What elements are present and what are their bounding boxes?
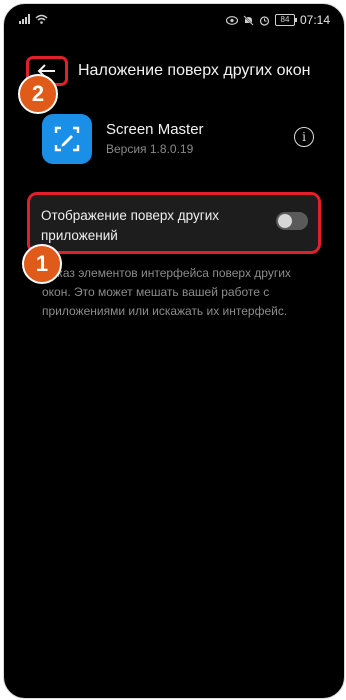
app-name: Screen Master [106,121,204,138]
overlay-permission-toggle[interactable] [276,212,308,230]
info-icon[interactable]: i [294,127,314,147]
toggle-knob [278,214,292,228]
overlay-permission-label: Отображение поверх других приложений [41,208,219,243]
page-title: Наложение поверх других окон [78,62,311,79]
permission-description: Показ элементов интерфейса поверх других… [42,266,291,318]
signal-icon [19,14,30,24]
mute-icon [243,14,254,26]
status-bar: 84 07:14 [4,4,344,34]
status-bar-left [19,14,48,24]
status-time: 07:14 [299,13,330,27]
phone-screen: 84 07:14 Наложение поверх других окон Sc… [3,3,345,699]
overlay-permission-card[interactable]: Отображение поверх других приложений [27,192,321,254]
alarm-icon [259,15,270,26]
wifi-icon [35,14,48,24]
app-info-row: Screen Master Версия 1.8.0.19 i [4,112,344,168]
eye-icon [225,15,238,25]
battery-icon: 84 [274,14,297,26]
step-badge-2: 2 [18,74,58,114]
status-bar-right: 84 07:14 [225,13,330,27]
step-badge-1: 1 [22,244,62,284]
screen-master-logo-icon [54,126,80,152]
screen-master-app-icon [42,114,92,164]
app-version: Версия 1.8.0.19 [106,142,194,156]
